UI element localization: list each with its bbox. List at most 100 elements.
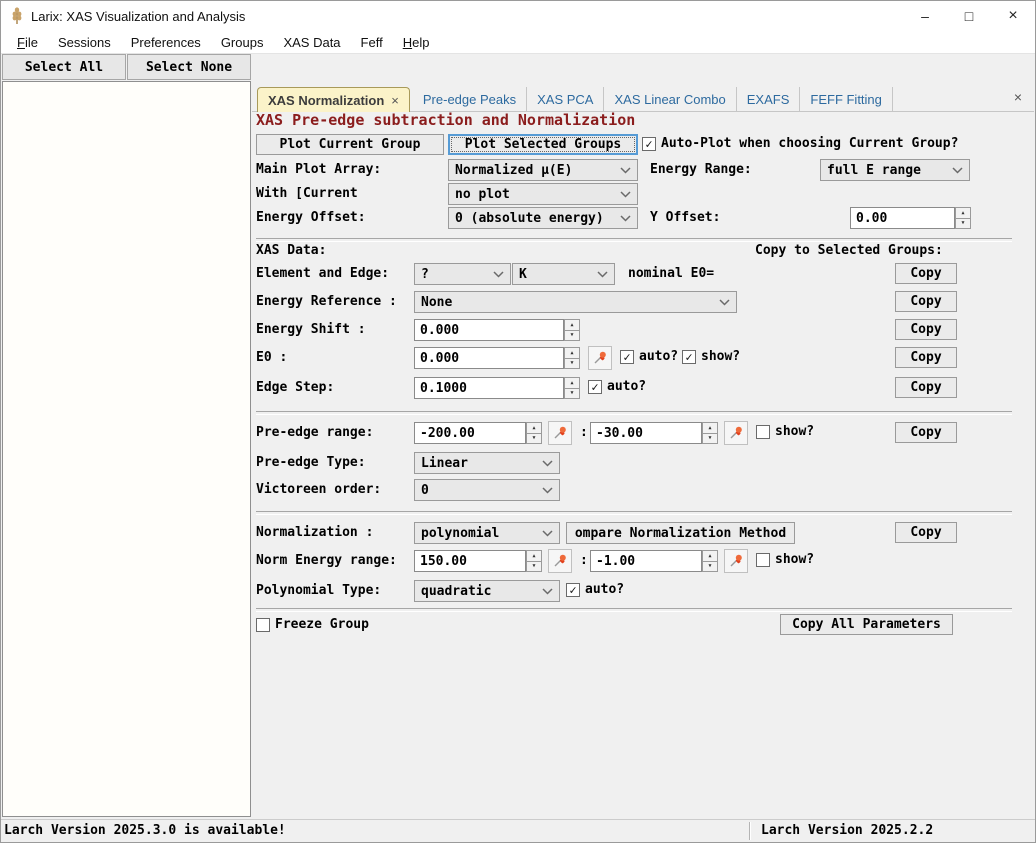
energy-offset-label: Energy Offset:	[256, 210, 366, 225]
menu-help[interactable]: Help	[393, 32, 440, 53]
spin-down-icon[interactable]: ▼	[526, 433, 542, 445]
normalization-value: polynomial	[421, 526, 499, 541]
norm-range-hi-input[interactable]	[590, 550, 702, 572]
energy-reference-select[interactable]: None	[414, 291, 737, 313]
spin-down-icon[interactable]: ▼	[526, 561, 542, 573]
spin-up-icon[interactable]: ▲	[564, 377, 580, 388]
autoplot-checkbox[interactable]: ✓	[642, 137, 656, 151]
spin-down-icon[interactable]: ▼	[564, 330, 580, 342]
status-divider	[749, 822, 751, 840]
y-offset-stepper: ▲ ▼	[955, 207, 971, 229]
spin-up-icon[interactable]: ▲	[564, 347, 580, 358]
copy-edge-step-button[interactable]: Copy	[895, 377, 957, 398]
copy-preedge-button[interactable]: Copy	[895, 422, 957, 443]
chevron-down-icon	[620, 191, 631, 198]
section-divider	[256, 608, 1012, 612]
spin-up-icon[interactable]: ▲	[526, 550, 542, 561]
compare-normalization-button[interactable]: ompare Normalization Method	[566, 522, 795, 544]
copy-all-parameters-button[interactable]: Copy All Parameters	[780, 614, 953, 635]
tab-xas-pca[interactable]: XAS PCA	[527, 87, 604, 112]
chevron-down-icon	[620, 215, 631, 222]
polynomial-type-select[interactable]: quadratic	[414, 580, 560, 602]
y-offset-input[interactable]	[850, 207, 955, 229]
norm-show-checkbox[interactable]: ✓	[756, 553, 770, 567]
e0-auto-label: auto?	[639, 349, 678, 364]
edge-step-auto-checkbox[interactable]: ✓	[588, 380, 602, 394]
poly-auto-checkbox-row: ✓ auto?	[566, 582, 624, 597]
pushpin-icon	[728, 425, 744, 441]
e0-show-checkbox[interactable]: ✓	[682, 350, 696, 364]
select-none-button[interactable]: Select None	[127, 54, 251, 80]
element-select[interactable]: ?	[414, 263, 511, 285]
edge-select[interactable]: K	[512, 263, 615, 285]
pushpin-icon	[552, 553, 568, 569]
with-current-select[interactable]: no plot	[448, 183, 638, 205]
pushpin-icon	[592, 350, 608, 366]
tab-feff-fitting[interactable]: FEFF Fitting	[800, 87, 893, 112]
energy-shift-input[interactable]	[414, 319, 564, 341]
plot-current-group-button[interactable]: Plot Current Group	[256, 134, 444, 155]
edge-step-stepper: ▲ ▼	[564, 377, 580, 399]
normalization-select[interactable]: polynomial	[414, 522, 560, 544]
e0-pin-button[interactable]	[588, 346, 612, 370]
menu-groups[interactable]: Groups	[211, 32, 274, 53]
menu-feff[interactable]: Feff	[351, 32, 393, 53]
chevron-down-icon	[493, 271, 504, 278]
preedge-type-select[interactable]: Linear	[414, 452, 560, 474]
tab-xas-normalization[interactable]: XAS Normalization ×	[257, 87, 410, 112]
spin-up-icon[interactable]: ▲	[702, 422, 718, 433]
panel-close-icon[interactable]: ×	[1014, 89, 1022, 105]
preedge-hi-pin-button[interactable]	[724, 421, 748, 445]
spin-down-icon[interactable]: ▼	[702, 561, 718, 573]
copy-energy-shift-button[interactable]: Copy	[895, 319, 957, 340]
main-plot-array-select[interactable]: Normalized μ(E)	[448, 159, 638, 181]
preedge-lo-pin-button[interactable]	[548, 421, 572, 445]
spin-up-icon[interactable]: ▲	[955, 207, 971, 218]
minimize-button[interactable]: –	[903, 1, 947, 31]
menu-preferences[interactable]: Preferences	[121, 32, 211, 53]
menu-file[interactable]: File	[7, 32, 48, 53]
e0-input[interactable]	[414, 347, 564, 369]
copy-normalization-button[interactable]: Copy	[895, 522, 957, 543]
victoreen-order-select[interactable]: 0	[414, 479, 560, 501]
victoreen-order-value: 0	[421, 483, 429, 498]
copy-e0-button[interactable]: Copy	[895, 347, 957, 368]
status-right-text: Larch Version 2025.2.2	[761, 823, 933, 838]
tab-pre-edge-peaks[interactable]: Pre-edge Peaks	[413, 87, 527, 112]
menu-xas-data[interactable]: XAS Data	[273, 32, 350, 53]
plot-selected-groups-button[interactable]: Plot Selected Groups	[448, 134, 638, 155]
spin-down-icon[interactable]: ▼	[564, 388, 580, 400]
group-list[interactable]	[2, 81, 251, 817]
copy-element-button[interactable]: Copy	[895, 263, 957, 284]
maximize-button[interactable]: □	[947, 1, 991, 31]
edge-step-input[interactable]	[414, 377, 564, 399]
spin-down-icon[interactable]: ▼	[702, 433, 718, 445]
energy-range-select[interactable]: full E range	[820, 159, 970, 181]
title-bar: Larix: XAS Visualization and Analysis – …	[1, 1, 1035, 31]
preedge-range-colon: :	[580, 425, 588, 440]
spin-up-icon[interactable]: ▲	[564, 319, 580, 330]
with-current-label: With [Current	[256, 186, 358, 201]
close-button[interactable]: ×	[991, 1, 1035, 31]
e0-auto-checkbox[interactable]: ✓	[620, 350, 634, 364]
spin-down-icon[interactable]: ▼	[564, 358, 580, 370]
copy-energy-reference-button[interactable]: Copy	[895, 291, 957, 312]
page-title: XAS Pre-edge subtraction and Normalizati…	[256, 111, 635, 129]
menu-sessions[interactable]: Sessions	[48, 32, 121, 53]
spin-up-icon[interactable]: ▲	[526, 422, 542, 433]
preedge-range-hi-input[interactable]	[590, 422, 702, 444]
preedge-show-checkbox[interactable]: ✓	[756, 425, 770, 439]
norm-range-lo-input[interactable]	[414, 550, 526, 572]
tab-close-icon[interactable]: ×	[391, 93, 399, 108]
preedge-range-lo-input[interactable]	[414, 422, 526, 444]
norm-lo-pin-button[interactable]	[548, 549, 572, 573]
norm-hi-pin-button[interactable]	[724, 549, 748, 573]
spin-up-icon[interactable]: ▲	[702, 550, 718, 561]
spin-down-icon[interactable]: ▼	[955, 218, 971, 230]
freeze-group-checkbox[interactable]: ✓	[256, 618, 270, 632]
select-all-button[interactable]: Select All	[2, 54, 126, 80]
energy-offset-select[interactable]: 0 (absolute energy)	[448, 207, 638, 229]
tab-exafs[interactable]: EXAFS	[737, 87, 801, 112]
poly-auto-checkbox[interactable]: ✓	[566, 583, 580, 597]
tab-xas-linear-combo[interactable]: XAS Linear Combo	[604, 87, 736, 112]
